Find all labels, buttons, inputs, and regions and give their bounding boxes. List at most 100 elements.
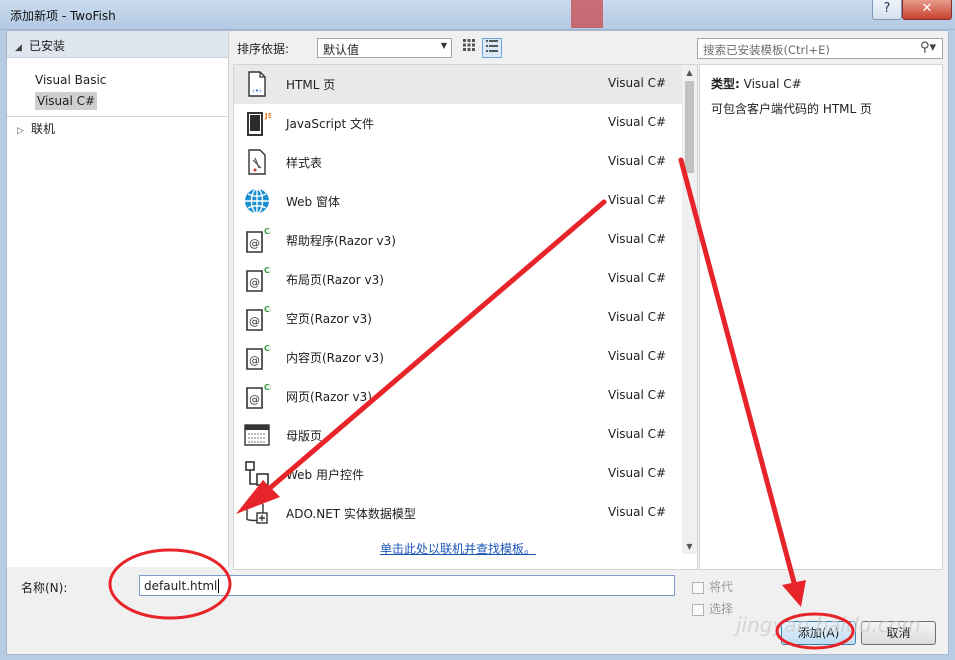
template-name: 内容页(Razor v3) — [286, 351, 384, 365]
entity-model-icon — [243, 499, 271, 527]
help-button[interactable]: ? — [872, 0, 902, 20]
details-type-value: Visual C# — [743, 77, 802, 91]
template-list-item[interactable]: 母版页 Visual C# — [234, 416, 682, 455]
template-language: Visual C# — [608, 76, 667, 90]
user-control-icon — [243, 460, 271, 488]
template-language: Visual C# — [608, 154, 667, 168]
template-list-item[interactable]: Web 窗体 Visual C# — [234, 182, 682, 221]
razor-page-icon: @ C# — [243, 304, 277, 332]
template-name: Web 用户控件 — [286, 468, 364, 482]
template-name: 帮助程序(Razor v3) — [286, 234, 396, 248]
svg-text:JS: JS — [264, 112, 271, 120]
template-name: JavaScript 文件 — [286, 117, 374, 131]
template-name: Web 窗体 — [286, 195, 340, 209]
tree-node-visual-basic[interactable]: Visual Basic — [7, 70, 228, 91]
item-name-value: default.html — [144, 579, 218, 593]
checkbox-label: 选择 — [709, 602, 734, 616]
tree-node-visual-csharp[interactable]: Visual C# — [7, 91, 228, 112]
text-cursor — [218, 579, 220, 593]
close-button[interactable]: ✕ — [902, 0, 952, 20]
template-list-item[interactable]: JS JavaScript 文件 Visual C# — [234, 104, 682, 143]
svg-text:‹•›: ‹•› — [252, 87, 262, 95]
template-name: 布局页(Razor v3) — [286, 273, 384, 287]
template-language: Visual C# — [608, 271, 667, 285]
scroll-up-icon[interactable]: ▲ — [682, 65, 697, 80]
template-list-item[interactable]: @ C# 内容页(Razor v3) Visual C# — [234, 338, 682, 377]
watermark-text: jingyan.baidu.com — [736, 613, 921, 637]
grid-view-icon[interactable] — [459, 38, 479, 58]
search-online-link[interactable]: 单击此处以联机并查找模板。 — [234, 540, 682, 557]
tree-node-label: Visual Basic — [35, 73, 107, 87]
sort-dropdown[interactable]: 默认值 ▼ — [317, 38, 452, 58]
template-language: Visual C# — [608, 232, 667, 246]
template-name: 样式表 — [286, 156, 323, 170]
tree-node-installed[interactable]: ◢ 已安装 — [7, 31, 228, 58]
template-language: Visual C# — [608, 466, 667, 480]
add-new-item-dialog: ◢ 已安装 Visual Basic Visual C# ▷ 联机 排序依据: 默认… — [6, 30, 949, 655]
scroll-thumb[interactable] — [685, 81, 694, 173]
template-name: 网页(Razor v3) — [286, 390, 372, 404]
javascript-file-icon: JS — [243, 109, 273, 137]
template-language: Visual C# — [608, 427, 667, 441]
razor-page-icon: @ C# — [243, 265, 277, 293]
template-list-item[interactable]: ‹•› HTML 页 Visual C# — [234, 65, 682, 104]
template-list-item[interactable]: Web 用户控件 Visual C# — [234, 455, 682, 494]
template-list-item[interactable]: @ C# 布局页(Razor v3) Visual C# — [234, 260, 682, 299]
checkbox-label: 将代 — [709, 580, 734, 594]
svg-text:C#: C# — [264, 305, 271, 314]
razor-page-icon: @ C# — [243, 226, 277, 254]
svg-text:@: @ — [249, 393, 260, 406]
template-name: ADO.NET 实体数据模型 — [286, 507, 416, 521]
template-name: HTML 页 — [286, 78, 336, 92]
details-type: 类型: Visual C# — [711, 75, 802, 92]
template-language: Visual C# — [608, 505, 667, 519]
razor-page-icon: @ C# — [243, 343, 277, 371]
template-language: Visual C# — [608, 193, 667, 207]
list-view-icon[interactable] — [482, 38, 502, 58]
web-form-icon — [243, 187, 271, 215]
tree-node-online[interactable]: ▷ 联机 — [7, 117, 228, 141]
svg-text:@: @ — [249, 354, 260, 367]
title-bar: 添加新项 - TwoFish ? ✕ — [0, 0, 955, 30]
template-category-tree: ◢ 已安装 Visual Basic Visual C# ▷ 联机 — [7, 31, 229, 567]
template-language: Visual C# — [608, 115, 667, 129]
template-list-item[interactable]: @ C# 空页(Razor v3) Visual C# — [234, 299, 682, 338]
name-label: 名称(N): — [21, 581, 68, 595]
details-type-label: 类型: — [711, 77, 740, 91]
template-language: Visual C# — [608, 349, 667, 363]
search-placeholder: 搜索已安装模板(Ctrl+E) — [703, 43, 830, 57]
html-page-icon: ‹•› — [243, 70, 271, 98]
search-installed-templates-input[interactable]: 搜索已安装模板(Ctrl+E) ⚲▾ — [697, 38, 943, 59]
tree-node-label: 联机 — [31, 122, 56, 136]
template-list-item[interactable]: 样式表 Visual C# — [234, 143, 682, 182]
template-language: Visual C# — [608, 388, 667, 402]
stylesheet-icon — [243, 148, 271, 176]
svg-text:C#: C# — [264, 383, 271, 392]
svg-text:@: @ — [249, 237, 260, 250]
checkbox[interactable] — [692, 603, 704, 616]
tree-node-label: 已安装 — [29, 39, 66, 53]
master-page-icon — [243, 421, 271, 449]
template-list-item[interactable]: @ C# 网页(Razor v3) Visual C# — [234, 377, 682, 416]
vertical-scrollbar[interactable]: ▲ ▼ — [682, 65, 697, 554]
svg-text:C#: C# — [264, 344, 271, 353]
expand-triangle-icon[interactable]: ▷ — [17, 119, 31, 143]
checkbox-option-1[interactable]: 将代 — [692, 578, 733, 595]
search-icon[interactable]: ⚲▾ — [920, 40, 936, 55]
checkbox-option-2[interactable]: 选择 — [692, 600, 733, 617]
checkbox[interactable] — [692, 581, 704, 594]
template-list-item[interactable]: ADO.NET 实体数据模型 Visual C# — [234, 494, 682, 533]
item-name-input[interactable]: default.html — [139, 575, 675, 596]
template-language: Visual C# — [608, 310, 667, 324]
tree-node-label: Visual C# — [35, 92, 98, 110]
template-name: 空页(Razor v3) — [286, 312, 372, 326]
template-list-item[interactable]: @ C# 帮助程序(Razor v3) Visual C# — [234, 221, 682, 260]
collapse-triangle-icon[interactable]: ◢ — [15, 43, 29, 53]
background-window-fragment — [571, 0, 603, 28]
svg-text:C#: C# — [264, 227, 271, 236]
template-name: 母版页 — [286, 429, 323, 443]
svg-text:@: @ — [249, 276, 260, 289]
scroll-down-icon[interactable]: ▼ — [682, 539, 697, 554]
dropdown-arrow-icon: ▼ — [440, 41, 447, 50]
razor-page-icon: @ C# — [243, 382, 277, 410]
